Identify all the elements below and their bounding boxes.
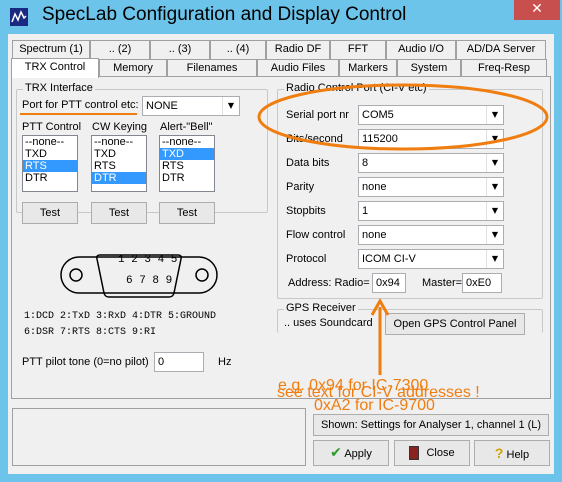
list-item[interactable]: DTR xyxy=(160,172,214,184)
tab-4[interactable]: .. (4) xyxy=(210,40,266,59)
list-item[interactable]: TXD xyxy=(92,148,146,160)
ptt-control-label: PTT Control xyxy=(22,121,82,133)
speclab-config-window: SpecLab Configuration and Display Contro… xyxy=(0,0,562,482)
list-item[interactable]: RTS xyxy=(92,160,146,172)
chevron-down-icon: ▼ xyxy=(486,250,503,268)
flow-control-select[interactable]: none ▼ xyxy=(358,225,504,245)
data-bits-value: 8 xyxy=(362,157,369,169)
address-radio-label: Address: Radio= xyxy=(288,277,370,289)
open-gps-panel-button[interactable]: Open GPS Control Panel xyxy=(385,313,525,335)
parity-value: none xyxy=(362,181,387,193)
title-bar[interactable]: SpecLab Configuration and Display Contro… xyxy=(0,0,562,34)
alert-bell-label: Alert-"Bell" xyxy=(160,121,213,133)
list-item-selected[interactable]: TXD xyxy=(160,148,214,160)
data-bits-select[interactable]: 8 ▼ xyxy=(358,153,504,173)
port-ptt-label: Port for PTT control etc: xyxy=(22,99,139,111)
alert-bell-listbox[interactable]: --none-- TXD RTS DTR xyxy=(159,135,215,192)
checkmark-icon: ✔ xyxy=(330,445,342,461)
stopbits-value: 1 xyxy=(362,205,369,217)
address-radio-field[interactable]: 0x94 xyxy=(372,273,406,293)
protocol-select[interactable]: ICOM CI-V ▼ xyxy=(358,249,504,269)
apply-button[interactable]: ✔ Apply xyxy=(313,440,389,466)
tab-radio-df[interactable]: Radio DF xyxy=(266,40,330,59)
arrow-up-icon xyxy=(370,297,390,375)
apply-label: Apply xyxy=(344,448,372,460)
annotation-line3: see text for CI-V addresses ! xyxy=(277,384,480,401)
ptt-pilot-field[interactable]: 0 xyxy=(154,352,204,372)
flow-control-label: Flow control xyxy=(286,229,346,241)
port-underline-annotation xyxy=(20,113,137,115)
cw-keying-listbox[interactable]: --none-- TXD RTS DTR xyxy=(91,135,147,192)
pin-legend-line2: 6:DSR 7:RTS 8:CTS 9:RI xyxy=(24,327,157,338)
tab-adda-server[interactable]: AD/DA Server xyxy=(456,40,546,59)
chevron-down-icon: ▼ xyxy=(222,97,239,115)
status-text-area xyxy=(12,408,306,466)
close-window-button[interactable]: ✕ xyxy=(514,0,560,20)
list-item[interactable]: --none-- xyxy=(92,136,146,148)
list-item-selected[interactable]: DTR xyxy=(92,172,146,184)
dialog-client-area: Spectrum (1) .. (2) .. (3) .. (4) Radio … xyxy=(8,34,554,474)
protocol-value: ICOM CI-V xyxy=(362,253,416,265)
tab-2[interactable]: .. (2) xyxy=(90,40,150,59)
parity-label: Parity xyxy=(286,181,315,193)
tab-fft[interactable]: FFT xyxy=(330,40,386,59)
gps-uses-label: .. uses Soundcard xyxy=(284,317,373,329)
stopbits-label: Stopbits xyxy=(286,205,326,217)
list-item[interactable]: --none-- xyxy=(160,136,214,148)
tab-audio-io[interactable]: Audio I/O xyxy=(386,40,456,59)
cw-keying-label: CW Keying xyxy=(92,121,148,133)
trx-interface-title: TRX Interface xyxy=(23,82,95,94)
window-title: SpecLab Configuration and Display Contro… xyxy=(42,4,407,25)
protocol-label: Protocol xyxy=(286,253,327,265)
speclab-app-icon xyxy=(10,8,28,26)
help-icon: ? xyxy=(494,445,504,461)
master-label: Master= xyxy=(422,277,463,289)
db9-pins-top: 1 2 3 4 5 xyxy=(118,254,178,266)
tab-trx-control[interactable]: TRX Control xyxy=(11,58,99,78)
ptt-control-listbox[interactable]: --none-- TXD RTS DTR xyxy=(22,135,78,192)
list-item[interactable]: DTR xyxy=(23,172,77,184)
port-ptt-select[interactable]: NONE ▼ xyxy=(142,96,240,116)
pin-legend-line1: 1:DCD 2:TxD 3:RxD 4:DTR 5:GROUND xyxy=(24,311,217,322)
data-bits-label: Data bits xyxy=(286,157,330,169)
list-item-selected[interactable]: RTS xyxy=(23,160,77,172)
stopbits-select[interactable]: 1 ▼ xyxy=(358,201,504,221)
flow-control-value: none xyxy=(362,229,387,241)
close-button[interactable]: Close xyxy=(394,440,470,466)
alert-test-button[interactable]: Test xyxy=(159,202,215,224)
ptt-pilot-label: PTT pilot tone (0=no pilot) xyxy=(22,356,149,368)
cw-test-button[interactable]: Test xyxy=(91,202,147,224)
gps-receiver-title: GPS Receiver xyxy=(284,302,358,314)
chevron-down-icon: ▼ xyxy=(486,154,503,172)
ptt-test-button[interactable]: Test xyxy=(22,202,78,224)
list-item[interactable]: RTS xyxy=(160,160,214,172)
list-item[interactable]: --none-- xyxy=(23,136,77,148)
db9-pins-bottom: 6 7 8 9 xyxy=(126,275,173,287)
help-label: Help xyxy=(506,449,530,461)
highlight-ellipse-annotation xyxy=(257,83,549,151)
help-button[interactable]: ? Help xyxy=(474,440,550,466)
ptt-pilot-unit: Hz xyxy=(218,356,232,368)
chevron-down-icon: ▼ xyxy=(486,226,503,244)
tab-spectrum-1[interactable]: Spectrum (1) xyxy=(12,40,90,59)
port-ptt-value: NONE xyxy=(146,100,178,112)
list-item[interactable]: TXD xyxy=(23,148,77,160)
parity-select[interactable]: none ▼ xyxy=(358,177,504,197)
tab-3[interactable]: .. (3) xyxy=(150,40,210,59)
close-label: Close xyxy=(426,447,455,459)
shown-settings-button[interactable]: Shown: Settings for Analyser 1, channel … xyxy=(313,414,549,436)
master-address-field[interactable]: 0xE0 xyxy=(462,273,502,293)
chevron-down-icon: ▼ xyxy=(486,202,503,220)
door-icon xyxy=(409,446,420,461)
chevron-down-icon: ▼ xyxy=(486,178,503,196)
trx-control-panel: TRX Interface Port for PTT control etc: … xyxy=(11,76,551,414)
